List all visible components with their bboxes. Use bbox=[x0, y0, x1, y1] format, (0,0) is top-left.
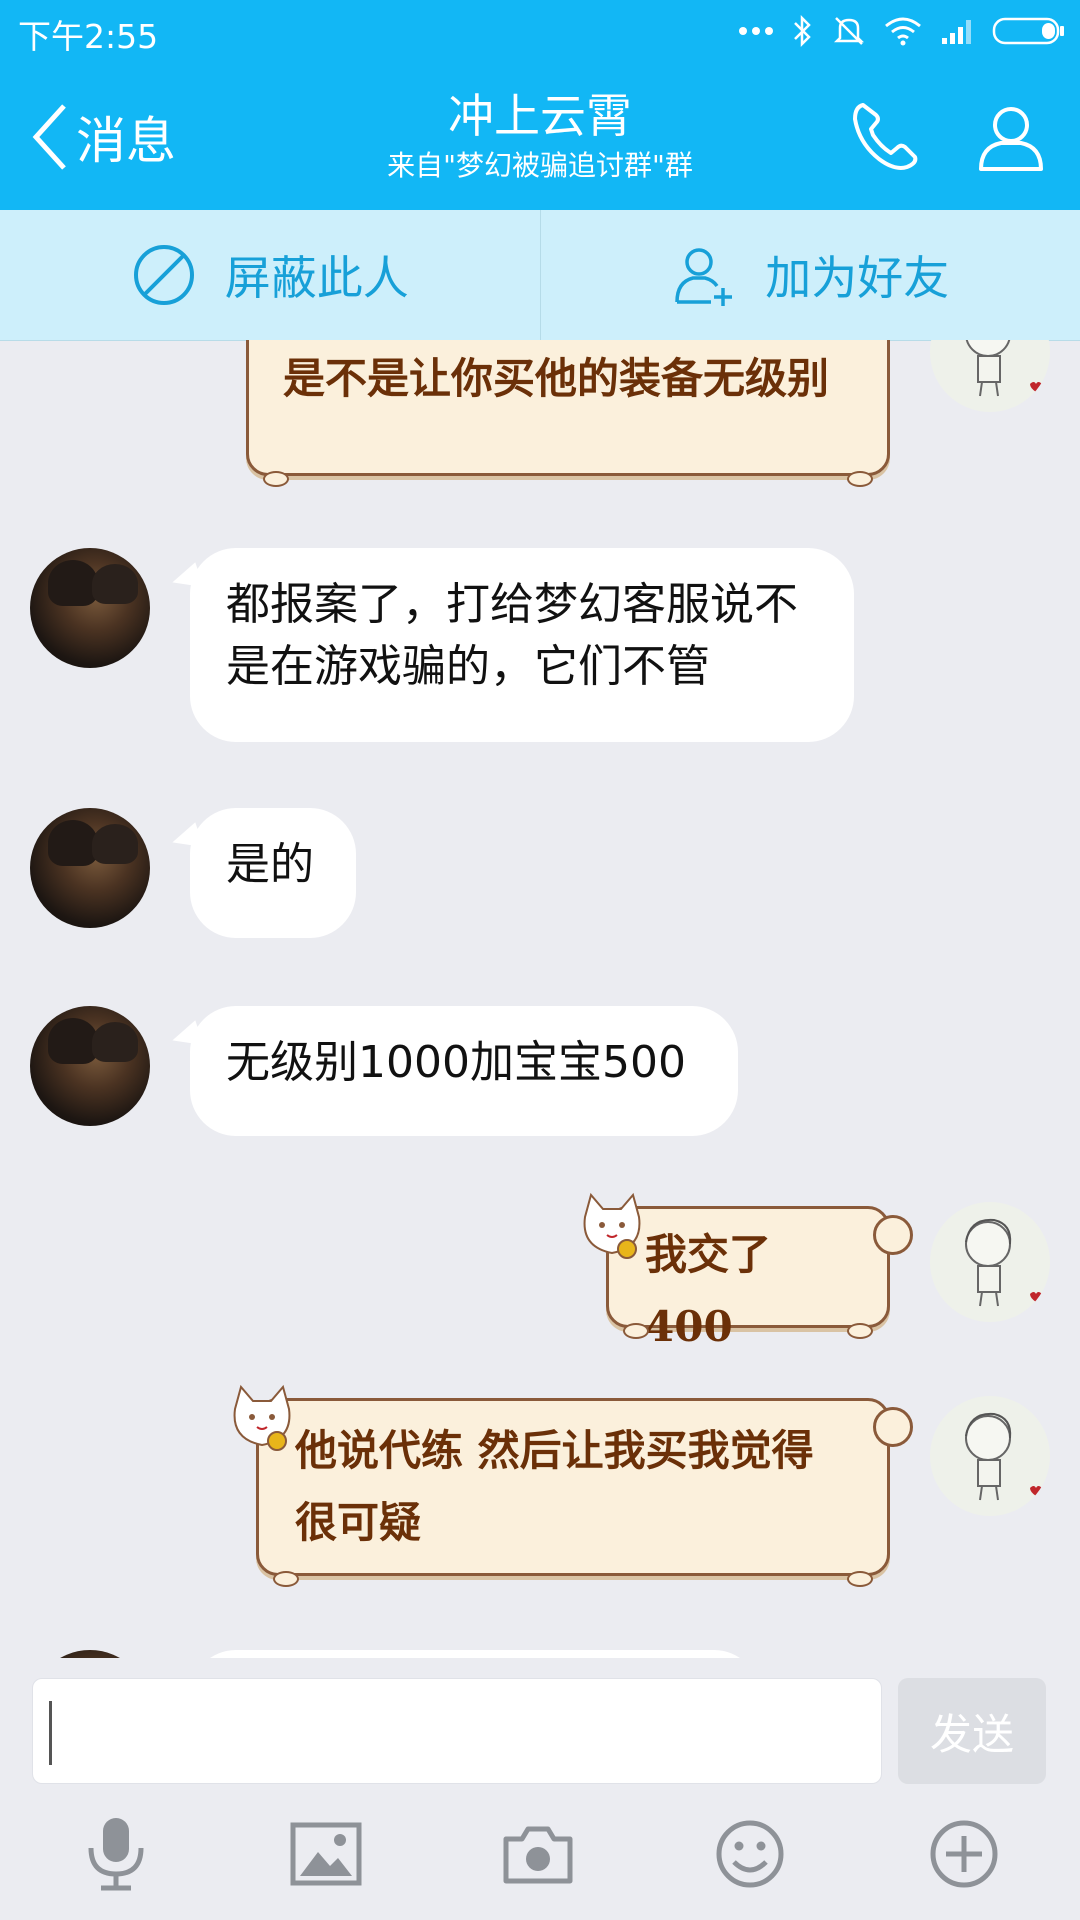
message-input[interactable] bbox=[32, 1678, 882, 1784]
emoji-icon bbox=[716, 1820, 784, 1888]
back-label: 消息 bbox=[76, 112, 176, 170]
status-time: 下午2:55 bbox=[18, 17, 159, 56]
message-text: 是不是让你买他的装备无级别 bbox=[283, 354, 830, 403]
scroll-foot bbox=[847, 1571, 873, 1587]
add-friend-button[interactable]: 加为好友 bbox=[539, 210, 1080, 340]
back-button[interactable]: 消息 bbox=[30, 97, 176, 177]
scroll-foot bbox=[847, 471, 873, 487]
chat-header: 消息 冲上云霄 来自"梦幻被骗追讨群"群 bbox=[0, 62, 1080, 210]
block-icon bbox=[133, 245, 194, 305]
phone-icon bbox=[853, 103, 918, 170]
message-bubble-self[interactable]: 他说代练 然后让我买我觉得很可疑 bbox=[233, 1384, 913, 1587]
message-bubble-self[interactable]: 是不是让你买他的装备无级别 bbox=[246, 340, 890, 487]
call-button[interactable] bbox=[840, 92, 930, 182]
voice-button[interactable] bbox=[66, 1804, 166, 1904]
add-friend-label: 加为好友 bbox=[765, 251, 950, 305]
status-bar: 下午2:55 bbox=[0, 0, 1080, 62]
avatar-self[interactable] bbox=[930, 1396, 1050, 1516]
message-text: 是的 bbox=[226, 839, 314, 890]
profile-button[interactable] bbox=[966, 92, 1056, 182]
stranger-action-bar: 屏蔽此人 加为好友 bbox=[0, 210, 1080, 341]
microphone-icon bbox=[88, 1818, 144, 1891]
avatar-other[interactable] bbox=[30, 808, 150, 928]
avatar-self-drawing bbox=[965, 1412, 1042, 1501]
block-user-label: 屏蔽此人 bbox=[224, 251, 409, 305]
bluetooth-icon bbox=[794, 14, 811, 48]
scroll-foot bbox=[623, 1323, 649, 1339]
input-bar: 发送 bbox=[0, 1658, 1080, 1920]
avatar-other[interactable] bbox=[30, 548, 150, 668]
page-title: 冲上云霄 bbox=[448, 89, 632, 143]
status-icons bbox=[738, 12, 1066, 50]
send-button[interactable]: 发送 bbox=[898, 1678, 1046, 1784]
chat-title-block: 冲上云霄 来自"梦幻被骗追讨群"群 bbox=[300, 88, 780, 186]
message-text: 无级别1000加宝宝500 bbox=[226, 1037, 686, 1088]
avatar-self-drawing bbox=[965, 340, 1042, 397]
camera-button[interactable] bbox=[488, 1804, 588, 1904]
more-button[interactable] bbox=[914, 1804, 1014, 1904]
page-subtitle: 来自"梦幻被骗追讨群"群 bbox=[387, 149, 693, 182]
message-bubble-other[interactable]: 都报案了，打给梦幻客服说不是在游戏骗的，它们不管 bbox=[190, 548, 854, 742]
image-icon bbox=[290, 1822, 362, 1886]
scroll-foot bbox=[847, 1323, 873, 1339]
scroll-foot bbox=[263, 471, 289, 487]
text-cursor bbox=[49, 1701, 52, 1765]
block-user-button[interactable]: 屏蔽此人 bbox=[0, 210, 540, 340]
avatar-self-drawing bbox=[965, 1218, 1042, 1307]
avatar-other[interactable] bbox=[30, 1006, 150, 1126]
wifi-icon bbox=[885, 17, 921, 46]
message-text: 都报案了，打给梦幻客服说不是在游戏骗的，它们不管 bbox=[226, 579, 798, 692]
message-bubble-self[interactable]: 我交了400 bbox=[583, 1192, 913, 1351]
avatar-other[interactable] bbox=[30, 1650, 150, 1658]
chat-message-list[interactable]: 是不是让你买他的装备无级别 都报案了，打给梦幻客服说不是在游戏骗的，它们不管 是… bbox=[0, 340, 1080, 1658]
add-friend-icon bbox=[675, 248, 733, 306]
camera-icon bbox=[503, 1826, 573, 1884]
message-bubble-other[interactable] bbox=[190, 1650, 760, 1658]
emoji-button[interactable] bbox=[700, 1804, 800, 1904]
scroll-foot bbox=[273, 1571, 299, 1587]
avatar-self[interactable] bbox=[930, 340, 1050, 412]
input-toolbar bbox=[0, 1804, 1080, 1904]
profile-icon bbox=[979, 107, 1043, 171]
signal-icon bbox=[942, 20, 971, 44]
message-bubble-other[interactable]: 无级别1000加宝宝500 bbox=[190, 1006, 738, 1136]
message-text: 他说代练 然后让我买我觉得很可疑 bbox=[295, 1426, 814, 1547]
mute-icon bbox=[833, 17, 865, 45]
message-text: 我交了400 bbox=[645, 1230, 772, 1351]
chevron-left-icon bbox=[32, 104, 66, 170]
scroll-curl bbox=[873, 1407, 913, 1447]
more-dots-icon bbox=[739, 27, 773, 35]
message-bubble-other[interactable]: 是的 bbox=[190, 808, 356, 938]
avatar-self[interactable] bbox=[930, 1202, 1050, 1322]
scroll-curl bbox=[873, 1215, 913, 1255]
battery-icon bbox=[992, 17, 1064, 45]
plus-icon bbox=[930, 1820, 998, 1888]
photo-button[interactable] bbox=[276, 1804, 376, 1904]
lucky-cat-icon bbox=[233, 1384, 291, 1451]
lucky-cat-icon bbox=[583, 1192, 641, 1259]
